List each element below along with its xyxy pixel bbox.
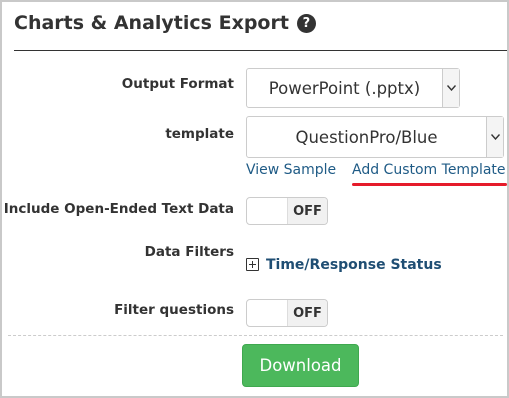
chevron-down-icon xyxy=(486,117,503,157)
add-custom-template-link[interactable]: Add Custom Template xyxy=(352,162,506,178)
time-response-status-link[interactable]: Time/Response Status xyxy=(266,257,442,273)
data-filters-label: Data Filters xyxy=(144,244,234,260)
toggle-state: OFF xyxy=(288,300,327,326)
open-ended-toggle[interactable]: OFF xyxy=(246,197,328,225)
page-title: Charts & Analytics Export ? xyxy=(14,8,316,38)
view-sample-link[interactable]: View Sample xyxy=(246,162,336,178)
template-value: QuestionPro/Blue xyxy=(295,127,438,147)
toggle-state: OFF xyxy=(288,198,327,224)
download-button[interactable]: Download xyxy=(242,344,359,387)
expand-plus-icon[interactable] xyxy=(246,258,259,271)
highlight-underline xyxy=(352,183,507,186)
filter-questions-toggle[interactable]: OFF xyxy=(246,299,328,327)
output-format-label: Output Format xyxy=(121,76,234,92)
template-label: template xyxy=(165,126,234,142)
chevron-down-icon xyxy=(442,69,459,107)
template-select[interactable]: QuestionPro/Blue xyxy=(246,116,504,158)
output-format-value: PowerPoint (.pptx) xyxy=(268,78,421,98)
title-divider xyxy=(14,50,507,51)
help-icon[interactable]: ? xyxy=(296,13,316,33)
toggle-knob xyxy=(247,198,288,224)
export-panel: Charts & Analytics Export ? Output Forma… xyxy=(0,0,509,398)
open-ended-label: Include Open-Ended Text Data xyxy=(3,201,234,217)
page-title-text: Charts & Analytics Export xyxy=(14,12,289,34)
filter-questions-label: Filter questions xyxy=(114,302,234,318)
toggle-knob xyxy=(247,300,288,326)
output-format-select[interactable]: PowerPoint (.pptx) xyxy=(246,68,460,108)
footer-divider xyxy=(8,335,503,336)
